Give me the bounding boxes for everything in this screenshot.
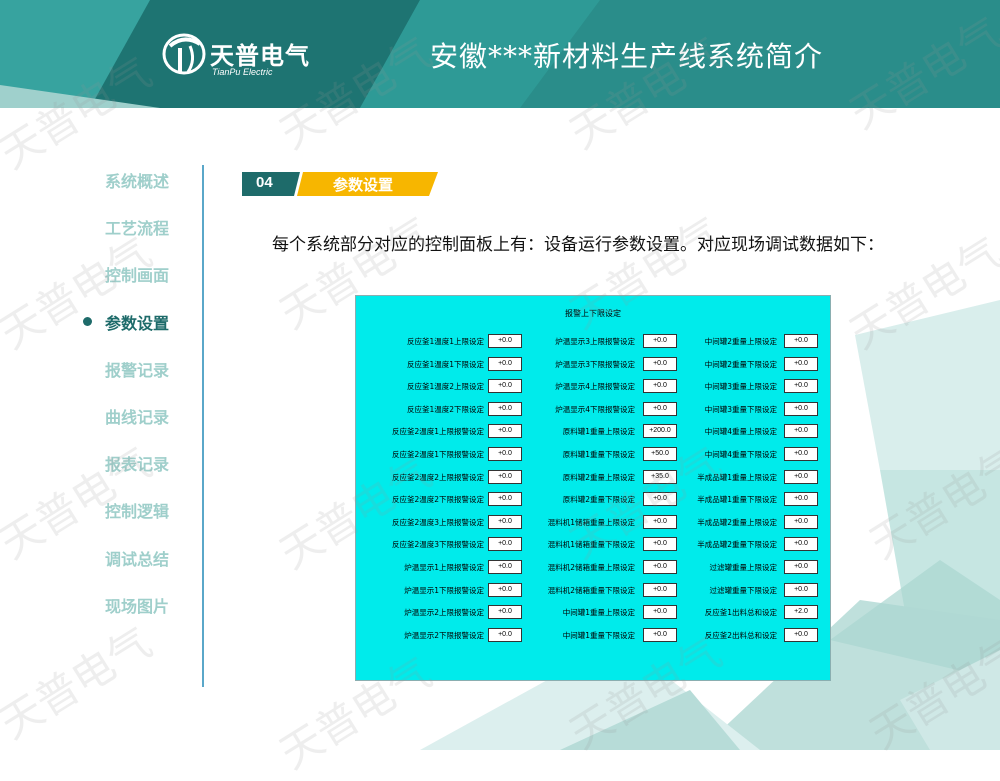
param-value-field[interactable]: +0.0 [643,379,677,394]
param-label: 炉温显示3上限报警设定 [555,337,635,346]
company-logo: 天普电气 TianPu Electric [160,30,335,90]
param-value-field[interactable]: +0.0 [784,356,818,371]
param-label: 中间罐1重量上限设定 [562,608,635,618]
sidebar-item-label: 参数设置 [105,314,170,333]
param-value-field[interactable]: +0.0 [643,582,677,597]
param-value-field[interactable]: +0.0 [784,492,818,507]
param-label: 过滤罐重量下限设定 [709,585,778,595]
param-label: 半成品罐2重量下限设定 [697,540,777,550]
sidebar-item-curve-log[interactable]: 曲线记录 [75,398,195,428]
param-value-field[interactable]: +0.0 [643,356,677,371]
param-value-field[interactable]: +2.0 [784,605,818,620]
param-value-field[interactable]: +0.0 [488,469,522,484]
sidebar-item-alarm-log[interactable]: 报警记录 [75,351,195,381]
param-label: 反应釜2温度3上限报警设定 [391,517,484,527]
param-label: 炉温显示1上限报警设定 [404,563,484,572]
param-label: 中间罐1重量下限设定 [562,630,635,640]
section-title: 参数设置 [333,176,394,194]
param-value-field[interactable]: +0.0 [488,560,522,574]
param-value-field[interactable]: +0.0 [784,447,818,461]
param-value-field[interactable]: +0.0 [784,424,818,439]
param-value-field[interactable]: +0.0 [784,627,818,642]
param-value-field[interactable]: +0.0 [488,627,522,642]
param-value-field[interactable]: +0.0 [488,514,522,529]
param-value-field[interactable]: +0.0 [488,582,522,597]
param-label: 过滤罐重量上限设定 [709,563,778,572]
param-value-field[interactable]: +0.0 [784,514,818,529]
param-label: 炉温显示2下限报警设定 [404,630,484,640]
param-label: 原料罐1重量上限设定 [562,427,635,437]
param-value-field[interactable]: +0.0 [488,334,522,348]
sidebar-item-label: 调试总结 [105,550,170,569]
param-value-field[interactable]: +0.0 [784,582,818,597]
param-label: 反应釜2温度1上限报警设定 [391,427,484,437]
param-label: 反应釜1温度2上限设定 [406,382,484,392]
param-label: 中间罐3重量下限设定 [704,404,777,414]
param-value-field[interactable]: +0.0 [488,379,522,394]
param-value-field[interactable]: +0.0 [784,560,818,574]
sidebar-item-label: 报警记录 [105,361,170,380]
sidebar-item-label: 现场图片 [105,597,170,616]
logo-chinese-text: 天普电气 [210,42,310,70]
param-value-field[interactable]: +0.0 [488,537,522,552]
param-value-field[interactable]: +0.0 [643,605,677,620]
sidebar-item-overview[interactable]: 系统概述 [75,162,195,192]
sidebar-divider [202,165,204,687]
param-label: 反应釜1出料总和设定 [704,608,777,618]
param-value-field[interactable]: +0.0 [643,537,677,552]
param-label: 混料机2储箱重量下限设定 [547,585,635,595]
logo-mark-icon [162,33,206,75]
param-value-field[interactable]: +0.0 [488,424,522,439]
param-value-field[interactable]: +0.0 [784,537,818,552]
param-value-field[interactable]: +0.0 [643,560,677,574]
param-value-field[interactable]: +0.0 [784,469,818,484]
param-label: 炉温显示1下限报警设定 [404,585,484,595]
param-value-field[interactable]: +0.0 [784,379,818,394]
param-label: 中间罐2重量上限设定 [704,337,777,346]
param-label: 反应釜1温度1上限设定 [406,337,484,346]
param-label: 反应釜1温度1下限设定 [406,359,484,369]
param-value-field[interactable]: +200.0 [643,424,677,439]
param-value-field[interactable]: +0.0 [488,605,522,620]
param-label: 反应釜1温度2下限设定 [406,404,484,414]
param-label: 原料罐1重量下限设定 [562,450,635,459]
sidebar-item-label: 曲线记录 [105,408,170,427]
param-value-field[interactable]: +0.0 [488,356,522,371]
section-number: 04 [256,174,273,191]
param-label: 反应釜2出料总和设定 [704,630,777,640]
sidebar-item-label: 系统概述 [105,172,170,191]
param-value-field[interactable]: +0.0 [488,401,522,416]
param-label: 中间罐2重量下限设定 [704,359,777,369]
param-value-field[interactable]: +0.0 [784,334,818,348]
param-label: 中间罐4重量上限设定 [704,427,777,437]
sidebar-item-site-photos[interactable]: 现场图片 [75,587,195,617]
sidebar-item-debug-summary[interactable]: 调试总结 [75,540,195,570]
param-value-field[interactable]: +0.0 [784,401,818,416]
param-value-field[interactable]: +0.0 [488,492,522,507]
param-label: 反应釜2温度3下限报警设定 [391,540,484,550]
param-label: 炉温显示4下限报警设定 [555,404,635,414]
param-value-field[interactable]: +0.0 [643,334,677,348]
param-value-field[interactable]: +0.0 [488,447,522,461]
param-label: 炉温显示2上限报警设定 [404,608,484,618]
param-value-field[interactable]: +0.0 [643,401,677,416]
logo-english-text: TianPu Electric [212,67,273,77]
param-label: 中间罐3重量上限设定 [704,382,777,392]
param-label: 炉温显示4上限报警设定 [555,382,635,392]
param-label: 炉温显示3下限报警设定 [555,359,635,369]
param-label: 半成品罐1重量下限设定 [697,495,777,505]
param-label: 半成品罐2重量上限设定 [697,517,777,527]
